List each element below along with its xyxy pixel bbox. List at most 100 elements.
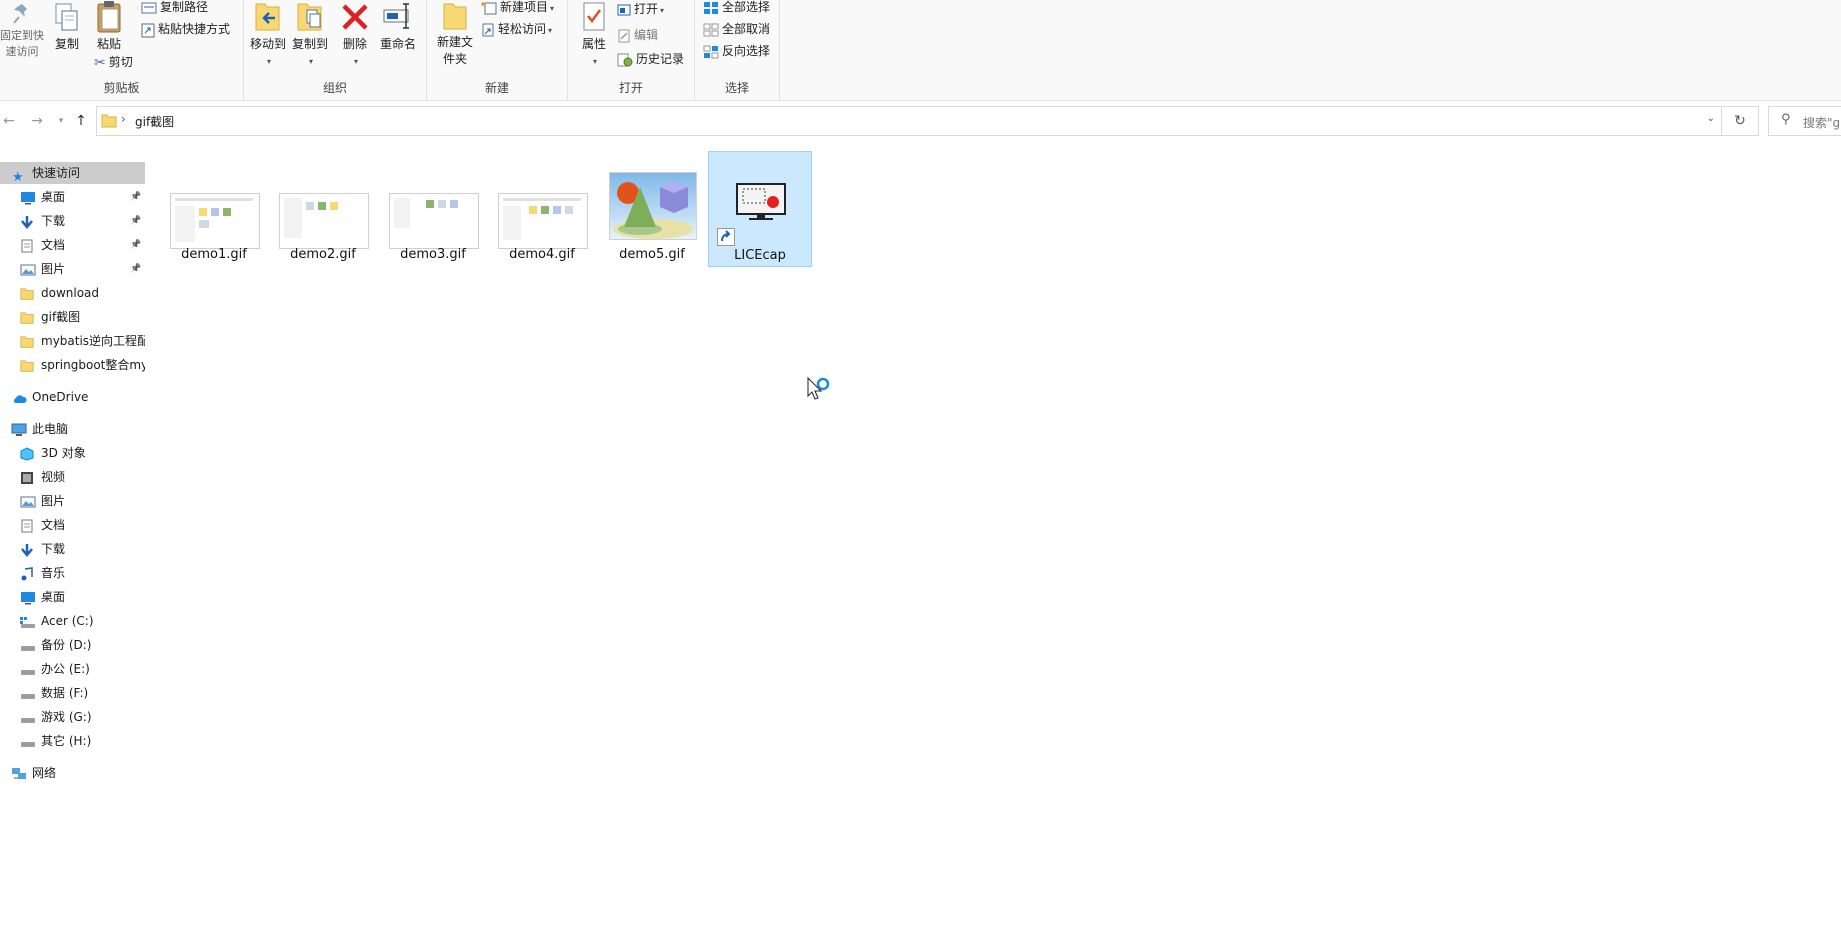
address-bar[interactable]: › gif截图 ⌄ <box>96 106 1722 136</box>
select-all-label: 全部选择 <box>722 0 771 14</box>
new-item-button[interactable]: 新建项目 ▾ <box>481 0 554 17</box>
nav-this-pc[interactable]: 此电脑 <box>0 418 145 440</box>
history-button[interactable]: 历史记录 <box>617 49 684 69</box>
select-none-label: 全部取消 <box>722 22 771 36</box>
copy-to-button[interactable]: 复制到 ▾ <box>290 0 330 70</box>
file-item-demo5[interactable]: demo5.gif <box>600 151 704 267</box>
file-item-demo4[interactable]: demo4.gif <box>490 151 594 267</box>
nav-pc-item[interactable]: 图片 <box>0 490 145 512</box>
invert-selection-label: 反向选择 <box>722 44 771 58</box>
recent-locations-chevron-icon[interactable]: ▾ <box>52 112 70 130</box>
chevron-down-icon: ▾ <box>592 57 597 66</box>
windows-drive-icon <box>20 614 36 636</box>
rename-button[interactable]: 重命名 <box>376 0 420 53</box>
nav-this-pc-label: 此电脑 <box>32 422 69 436</box>
pictures-icon <box>20 262 36 284</box>
downloads-icon <box>20 542 34 564</box>
nav-quick-item[interactable]: 文档 📌 <box>0 234 145 256</box>
copy-button[interactable]: 复制 <box>50 2 84 53</box>
address-history-chevron-icon[interactable]: ⌄ <box>1707 113 1715 124</box>
gif-thumbnail <box>168 157 260 249</box>
paste-button[interactable]: 粘贴 <box>92 0 126 53</box>
nav-pc-item[interactable]: 游戏 (G:) <box>0 706 145 728</box>
pin-icon: 📌 <box>130 192 142 202</box>
nav-item-label: Acer (C:) <box>41 614 94 628</box>
select-none-button[interactable]: 全部取消 <box>703 19 770 39</box>
edit-button[interactable]: 编辑 <box>617 25 658 45</box>
copy-path-button[interactable]: 复制路径 <box>141 0 208 17</box>
file-item-licecap[interactable]: LICEcap <box>708 151 812 267</box>
nav-onedrive[interactable]: OneDrive <box>0 386 145 408</box>
nav-pc-item[interactable]: 下载 <box>0 538 145 560</box>
star-icon: ★ <box>12 170 24 185</box>
properties-button[interactable]: 属性 ▾ <box>576 0 612 70</box>
chevron-down-icon: ▾ <box>548 26 553 35</box>
nav-pc-item[interactable]: 文档 <box>0 514 145 536</box>
nav-quick-item[interactable]: mybatis逆向工程配 <box>0 330 145 352</box>
nav-quick-item[interactable]: 桌面 📌 <box>0 186 145 208</box>
easy-access-button[interactable]: 轻松访问 ▾ <box>481 19 552 39</box>
pin-icon <box>13 4 27 24</box>
nav-quick-item[interactable]: 下载 📌 <box>0 210 145 232</box>
nav-item-label: 图片 <box>41 262 66 276</box>
search-box[interactable]: ⚲ 搜索"g <box>1768 106 1841 136</box>
file-name: demo4.gif <box>509 247 575 262</box>
nav-pc-item[interactable]: 办公 (E:) <box>0 658 145 680</box>
refresh-icon[interactable]: ↻ <box>1722 106 1759 136</box>
nav-pc-item[interactable]: 数据 (F:) <box>0 682 145 704</box>
new-folder-label: 新建文件夹 <box>436 35 473 66</box>
new-folder-icon <box>443 3 467 30</box>
open-button[interactable]: 打开 ▾ <box>617 0 664 19</box>
downloads-icon <box>20 214 34 236</box>
up-arrow-icon[interactable]: ↑ <box>72 112 90 130</box>
file-name: demo1.gif <box>181 247 247 262</box>
file-item-demo1[interactable]: demo1.gif <box>162 151 266 267</box>
nav-quick-access-label: 快速访问 <box>32 166 81 180</box>
nav-pc-item[interactable]: 其它 (H:) <box>0 730 145 752</box>
folder-icon <box>20 310 34 332</box>
open-icon <box>617 4 631 15</box>
nav-quick-item[interactable]: springboot整合my <box>0 354 145 376</box>
breadcrumb-separator: › <box>121 112 126 126</box>
computer-icon <box>11 422 27 444</box>
breadcrumb-current-folder[interactable]: gif截图 <box>135 113 174 130</box>
nav-pc-item[interactable]: Acer (C:) <box>0 610 145 632</box>
move-to-button[interactable]: 移动到 ▾ <box>248 0 288 70</box>
nav-quick-item[interactable]: download <box>0 282 145 304</box>
nav-pc-item[interactable]: 桌面 <box>0 586 145 608</box>
back-arrow-icon[interactable]: ← <box>0 112 18 130</box>
nav-quick-access[interactable]: ★ 快速访问 <box>0 162 145 184</box>
nav-pc-item[interactable]: 视频 <box>0 466 145 488</box>
pin-quick-access-button[interactable]: 固定到快速访问 <box>0 2 44 60</box>
file-item-demo3[interactable]: demo3.gif <box>381 151 485 267</box>
open-group-label: 打开 <box>618 81 643 95</box>
pin-label: 固定到快速访问 <box>0 29 44 58</box>
delete-button[interactable]: 删除 ▾ <box>338 0 372 70</box>
nav-quick-item[interactable]: 图片 📌 <box>0 258 145 280</box>
invert-selection-button[interactable]: 反向选择 <box>703 41 770 61</box>
new-folder-button[interactable]: 新建文件夹 <box>435 0 475 68</box>
pin-icon: 📌 <box>130 240 142 250</box>
network-icon <box>11 766 27 788</box>
copy-to-label: 复制到 <box>291 37 328 51</box>
cut-button[interactable]: ✂ 剪切 <box>94 52 133 72</box>
nav-network[interactable]: 网络 <box>0 762 145 784</box>
cut-label: 剪切 <box>108 55 133 69</box>
nav-item-label: springboot整合my <box>41 358 145 372</box>
select-all-button[interactable]: 全部选择 <box>703 0 770 17</box>
nav-pc-item[interactable]: 备份 (D:) <box>0 634 145 656</box>
file-name: LICEcap <box>734 248 786 263</box>
chevron-down-icon: ▾ <box>353 57 358 66</box>
nav-quick-item[interactable]: gif截图 <box>0 306 145 328</box>
nav-item-label: 视频 <box>41 470 66 484</box>
nav-pc-item[interactable]: 3D 对象 <box>0 442 145 464</box>
pictures-icon <box>20 494 36 516</box>
forward-arrow-icon[interactable]: → <box>28 112 46 130</box>
desktop-icon <box>20 590 36 612</box>
select-group-label: 选择 <box>724 81 749 95</box>
paste-shortcut-button[interactable]: 粘贴快捷方式 <box>141 19 230 39</box>
gif-thumbnail <box>277 157 369 249</box>
nav-pc-item[interactable]: 音乐 <box>0 562 145 584</box>
history-icon <box>617 53 633 66</box>
file-item-demo2[interactable]: demo2.gif <box>271 151 375 267</box>
